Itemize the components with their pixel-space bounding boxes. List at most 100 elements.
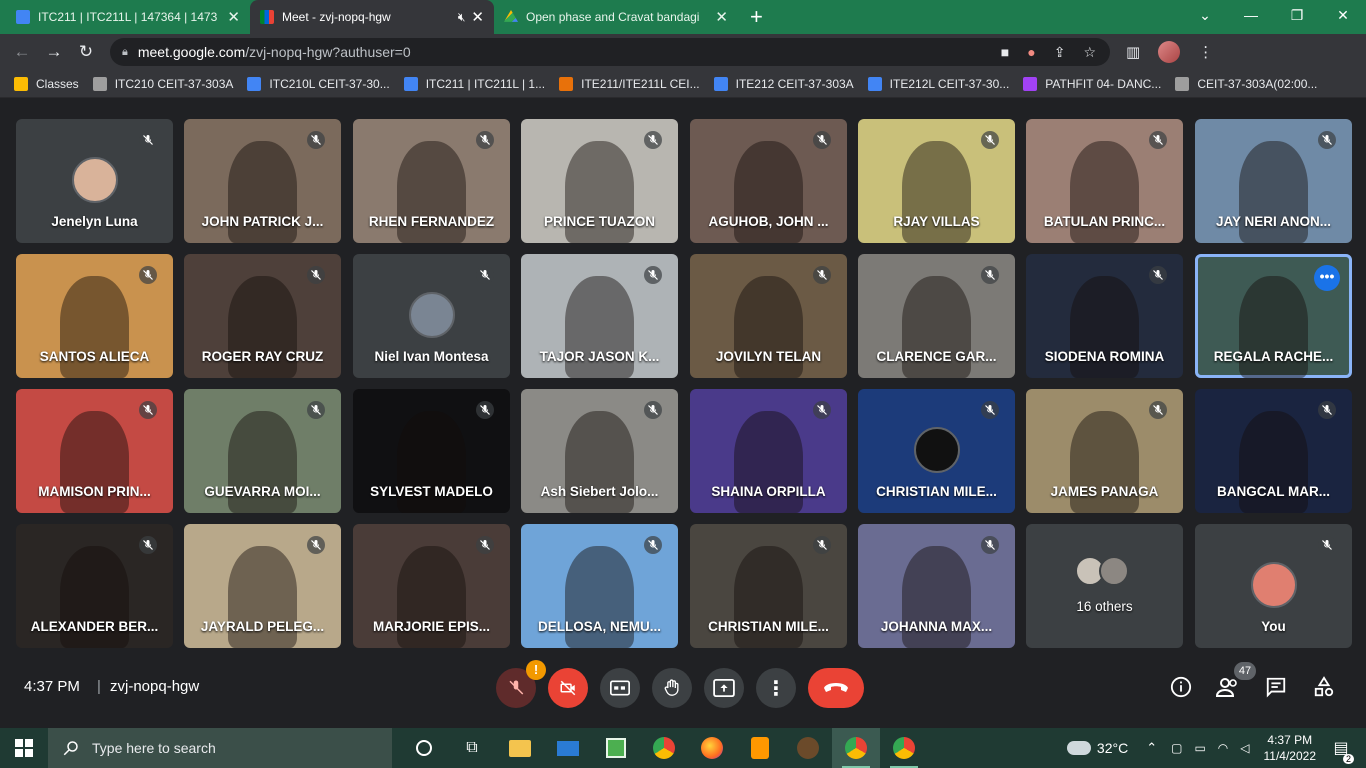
bookmark-item[interactable]: ITE212 CEIT-37-303A xyxy=(713,76,854,91)
minimize-icon[interactable]: — xyxy=(1228,0,1274,30)
participant-tile[interactable]: You xyxy=(1195,524,1352,648)
more-options-button[interactable]: ⋮ xyxy=(756,668,796,708)
close-tab-icon[interactable]: ✕ xyxy=(227,8,240,26)
participant-tile[interactable]: JAY NERI ANON... xyxy=(1195,119,1352,243)
restore-icon[interactable]: ❐ xyxy=(1274,0,1320,30)
battery-icon[interactable]: ▭ xyxy=(1194,741,1205,755)
back-icon[interactable]: ← xyxy=(6,42,38,62)
participant-tile[interactable]: DELLOSA, NEMU... xyxy=(521,524,678,648)
mic-blocked-icon[interactable]: ● xyxy=(1027,44,1035,61)
tab-drive[interactable]: Open phase and Cravat bandagi ✕ xyxy=(494,0,738,34)
bookmark-item[interactable]: ITE212L CEIT-37-30... xyxy=(867,76,1009,91)
participant-tile[interactable]: Niel Ivan Montesa xyxy=(353,254,510,378)
participant-tile[interactable]: CHRISTIAN MILE... xyxy=(858,389,1015,513)
address-bar[interactable]: 🔒︎ meet.google.com /zvj-nopq-hgw?authuse… xyxy=(110,38,1110,66)
participant-tile[interactable]: JAYRALD PELEG... xyxy=(184,524,341,648)
notification-center-button[interactable]: ▤ 2 xyxy=(1326,738,1356,764)
participant-tile[interactable]: ALEXANDER BER... xyxy=(16,524,173,648)
participant-tile[interactable]: MARJORIE EPIS... xyxy=(353,524,510,648)
present-button[interactable] xyxy=(704,668,744,708)
chrome-button[interactable] xyxy=(640,728,688,768)
participant-tile[interactable]: SYLVEST MADELO xyxy=(353,389,510,513)
system-clock[interactable]: 4:37 PM 11/4/2022 xyxy=(1264,732,1317,764)
participant-tile[interactable]: 16 others xyxy=(1026,524,1183,648)
file-explorer-button[interactable] xyxy=(496,728,544,768)
side-panel-icon[interactable]: ▥ xyxy=(1126,43,1140,61)
bookmark-star-icon[interactable]: ☆ xyxy=(1083,44,1096,61)
meeting-details-button[interactable] xyxy=(1170,676,1192,703)
wifi-icon[interactable]: ◠ xyxy=(1218,741,1228,755)
participant-tile[interactable]: JOHANNA MAX... xyxy=(858,524,1015,648)
task-view-button[interactable]: ⧉ xyxy=(448,728,496,768)
mail-button[interactable] xyxy=(544,728,592,768)
charts-app-button[interactable] xyxy=(592,728,640,768)
bookmark-item[interactable]: ITC211 | ITC211L | 1... xyxy=(403,76,545,91)
participant-tile[interactable]: SANTOS ALIECA xyxy=(16,254,173,378)
mic-button[interactable]: ! xyxy=(496,660,546,708)
reload-icon[interactable]: ↻ xyxy=(70,42,102,62)
bookmark-item[interactable]: ITE211/ITE211L CEI... xyxy=(559,76,700,91)
participant-tile[interactable]: CLARENCE GAR... xyxy=(858,254,1015,378)
forward-icon[interactable]: → xyxy=(38,42,70,62)
leave-call-button[interactable] xyxy=(808,668,864,708)
participant-tile[interactable]: Jenelyn Luna xyxy=(16,119,173,243)
participant-tile[interactable]: Ash Siebert Jolo... xyxy=(521,389,678,513)
chevron-up-icon[interactable]: ⌃ xyxy=(1146,740,1157,756)
new-tab-button[interactable]: + xyxy=(750,0,763,34)
profile-avatar[interactable] xyxy=(1158,41,1181,63)
participant-tile[interactable]: BATULAN PRINC... xyxy=(1026,119,1183,243)
chrome-window-1-button[interactable] xyxy=(832,728,880,768)
cortana-button[interactable] xyxy=(400,728,448,768)
participant-tile[interactable]: AGUHOB, JOHN ... xyxy=(690,119,847,243)
sublime-button[interactable] xyxy=(736,728,784,768)
participant-tile[interactable]: MAMISON PRIN... xyxy=(16,389,173,513)
activities-button[interactable] xyxy=(1313,676,1335,703)
camera-icon[interactable]: ■ xyxy=(1001,44,1009,61)
bookmark-item[interactable]: ITC210L CEIT-37-30... xyxy=(247,76,390,91)
firefox-button[interactable] xyxy=(688,728,736,768)
start-button[interactable] xyxy=(0,739,48,757)
tab-classroom[interactable]: ITC211 | ITC211L | 147364 | 1473 ✕ xyxy=(6,0,250,34)
participant-tile[interactable]: BANGCAL MAR... xyxy=(1195,389,1352,513)
participant-tile[interactable]: PRINCE TUAZON xyxy=(521,119,678,243)
participant-tile[interactable]: JOVILYN TELAN xyxy=(690,254,847,378)
chrome-window-2-button[interactable] xyxy=(880,728,928,768)
close-window-icon[interactable]: ✕ xyxy=(1320,0,1366,30)
temperature[interactable]: 32°C xyxy=(1097,740,1128,756)
weather-cloud-icon[interactable] xyxy=(1066,741,1091,755)
participant-tile[interactable]: JAMES PANAGA xyxy=(1026,389,1183,513)
participant-tile[interactable]: ROGER RAY CRUZ xyxy=(184,254,341,378)
chat-button[interactable] xyxy=(1265,676,1287,703)
participant-tile[interactable]: GUEVARRA MOI... xyxy=(184,389,341,513)
close-tab-icon[interactable]: ✕ xyxy=(471,8,484,26)
bookmark-item[interactable]: Classes xyxy=(14,76,79,91)
menu-icon[interactable]: ⋮ xyxy=(1198,43,1213,61)
participant-tile[interactable]: JOHN PATRICK J... xyxy=(184,119,341,243)
participant-tile[interactable]: RHEN FERNANDEZ xyxy=(353,119,510,243)
bookmark-item[interactable]: ITC210 CEIT-37-303A xyxy=(92,76,233,91)
game-app-button[interactable] xyxy=(784,728,832,768)
bookmark-item[interactable]: PATHFIT 04- DANC... xyxy=(1023,76,1161,91)
participant-tile[interactable]: CHRISTIAN MILE... xyxy=(690,524,847,648)
participant-tile[interactable]: ••• REGALA RACHE... xyxy=(1195,254,1352,378)
captions-button[interactable] xyxy=(600,668,640,708)
participant-tile[interactable]: TAJOR JASON K... xyxy=(521,254,678,378)
mute-tab-icon[interactable]: 🔇︎ xyxy=(458,10,466,25)
tab-search-icon[interactable]: ⌄ xyxy=(1182,0,1228,30)
camera-button[interactable] xyxy=(548,668,588,708)
volume-icon[interactable]: ◁ xyxy=(1240,741,1249,755)
participant-tile[interactable]: SHAINA ORPILLA xyxy=(690,389,847,513)
raise-hand-button[interactable] xyxy=(652,668,692,708)
tile-more-options-icon[interactable]: ••• xyxy=(1314,265,1340,291)
tray-app-icon[interactable]: ▢ xyxy=(1171,741,1182,755)
lock-icon[interactable]: 🔒︎ xyxy=(122,46,128,59)
close-tab-icon[interactable]: ✕ xyxy=(715,8,728,26)
people-button[interactable]: 47 xyxy=(1215,662,1256,703)
bookmark-item[interactable]: CEIT-37-303A(02:00... xyxy=(1175,76,1317,91)
participant-name: Jenelyn Luna xyxy=(51,214,138,229)
tab-meet[interactable]: Meet - zvj-nopq-hgw 🔇︎ ✕ xyxy=(250,0,494,34)
share-icon[interactable]: ⇪ xyxy=(1054,44,1066,61)
participant-tile[interactable]: RJAY VILLAS xyxy=(858,119,1015,243)
taskbar-search-box[interactable]: Type here to search xyxy=(48,728,392,768)
participant-tile[interactable]: SIODENA ROMINA xyxy=(1026,254,1183,378)
